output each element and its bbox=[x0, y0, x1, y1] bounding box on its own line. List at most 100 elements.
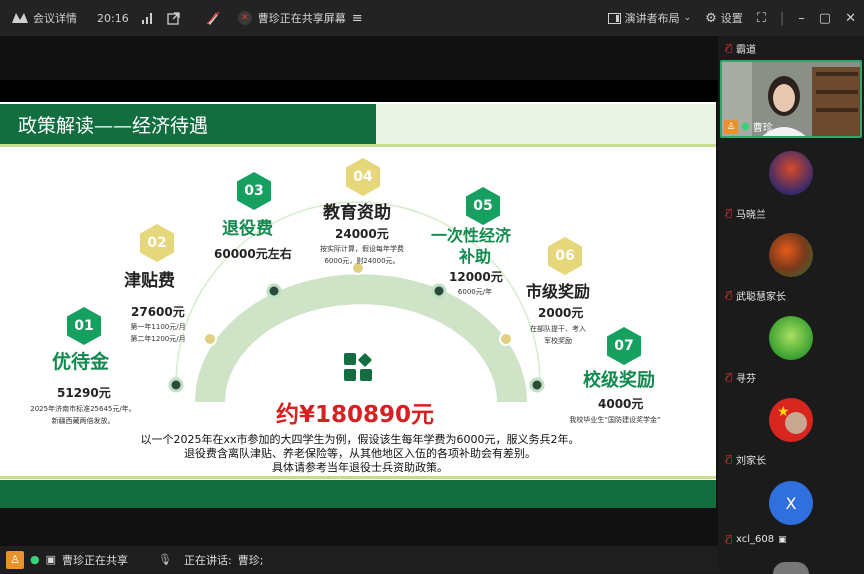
item-amount-03: 60000元左右 bbox=[214, 247, 292, 261]
mic-on-icon: ● bbox=[30, 553, 40, 566]
layout-label: 演讲者布局 bbox=[624, 12, 680, 25]
layout-icon bbox=[607, 12, 621, 24]
participant-name: 曹珍 bbox=[752, 123, 773, 134]
item-note-05: 6000元/年 bbox=[457, 288, 493, 296]
signal-icon bbox=[141, 12, 153, 24]
mic-off-icon: 🎙̸ bbox=[726, 372, 733, 383]
annotate-icon[interactable] bbox=[206, 11, 220, 25]
avatar bbox=[769, 316, 813, 360]
mic-off-icon: 🎙̸ bbox=[726, 208, 733, 219]
menu-lines-icon: ≡ bbox=[351, 10, 363, 26]
mic-off-icon: 🎙̸ bbox=[726, 534, 733, 545]
participant-maxiaolan[interactable]: 🎙̸ 马晓兰 bbox=[718, 146, 864, 226]
caption-line-2: 退役费含离队津贴、养老保险等，从其他地区入伍的各项补助会有差别。 bbox=[184, 447, 536, 460]
mic-off-icon: 🎙̸ bbox=[726, 43, 733, 54]
popout-icon[interactable] bbox=[167, 11, 180, 25]
item-label-01: 优待金 bbox=[52, 351, 110, 373]
item-note-06b: 军校奖励 bbox=[544, 337, 572, 345]
meeting-time: 20:16 bbox=[97, 11, 129, 25]
speaking-label: 正在讲话: bbox=[183, 553, 232, 567]
minimize-icon[interactable]: – bbox=[798, 11, 805, 26]
item-label-04: 教育资助 bbox=[323, 203, 391, 223]
item-note-01b: 新疆西藏两倍发放。 bbox=[51, 417, 115, 425]
item-note-07: 我校毕业生“国防建设奖学金” bbox=[569, 416, 661, 424]
mic-off-icon: 🎙̸ bbox=[726, 454, 733, 465]
participant-name: 马晓兰 bbox=[736, 210, 767, 221]
total-amount: 约¥180890元 bbox=[276, 402, 435, 428]
bottom-rule bbox=[0, 476, 716, 479]
item-label-03: 退役费 bbox=[222, 219, 273, 239]
settings-label: 设置 bbox=[720, 12, 743, 25]
meeting-info-button[interactable]: 会议详情 bbox=[12, 10, 77, 26]
speaker-mic-icon: 🎙 bbox=[158, 553, 172, 566]
chevron-down-icon: ⌄ bbox=[683, 13, 692, 23]
participant-name: xcl_608 bbox=[736, 534, 775, 545]
maximize-icon[interactable]: ▢ bbox=[819, 11, 831, 26]
avatar: ★ bbox=[769, 398, 813, 442]
share-mic-off-icon: ✕ bbox=[237, 11, 252, 25]
screen-icon: ▣ bbox=[778, 534, 787, 545]
participant-badao[interactable]: 🎙̸ 霸道 bbox=[718, 36, 864, 58]
arch-node bbox=[168, 377, 184, 393]
close-icon[interactable]: ✕ bbox=[845, 11, 856, 26]
item-amount-05: 12000元 bbox=[449, 270, 503, 284]
caption-line-1: 以一个2025年在xx市参加的大四学生为例，假设该生每年学费为6000元，服义务… bbox=[140, 433, 580, 446]
item-note-01a: 2025年济南市标准25645元/年。 bbox=[30, 405, 136, 413]
bottom-status-bar: ♙ ● ▣ 曹珍正在共享 🎙 正在讲话: 曹珍; bbox=[0, 546, 718, 573]
participant-video-caozhen[interactable]: ♙ ● 曹珍 bbox=[720, 60, 862, 138]
item-note-04b: 6000元，则24000元。 bbox=[324, 257, 400, 265]
settings-button[interactable]: ⚙ 设置 bbox=[705, 10, 743, 26]
grid-logo-icon bbox=[344, 353, 372, 381]
separator-icon: | bbox=[779, 10, 785, 26]
screen-band bbox=[0, 80, 718, 102]
screen-share-status[interactable]: ✕ 曹珍正在共享屏幕 ≡ bbox=[237, 10, 363, 26]
host-icon: ♙ bbox=[724, 119, 738, 134]
avatar bbox=[773, 562, 809, 574]
sharing-status[interactable]: 曹珍正在共享 bbox=[62, 552, 128, 568]
fullscreen-icon[interactable]: ⛶ bbox=[757, 11, 766, 26]
avatar bbox=[769, 233, 813, 277]
item-amount-06: 2000元 bbox=[538, 306, 584, 320]
participant-name: 寻芬 bbox=[736, 374, 757, 385]
item-note-04a: 按实际计算，假设每年学费 bbox=[320, 245, 404, 253]
participant-wuconghui[interactable]: 🎙̸ 武聪慧家长 bbox=[718, 228, 864, 308]
item-note-02a: 第一年1100元/月 bbox=[130, 323, 186, 331]
arch-node bbox=[529, 377, 545, 393]
arch-node bbox=[266, 283, 282, 299]
participant-xunfen[interactable]: 🎙̸ 寻芬 bbox=[718, 311, 864, 391]
layout-button[interactable]: 演讲者布局 ⌄ bbox=[607, 10, 692, 26]
app-logo-icon bbox=[12, 13, 28, 23]
meeting-info-label: 会议详情 bbox=[33, 12, 77, 25]
mic-off-icon: 🎙̸ bbox=[726, 290, 733, 301]
participant-name: 霸道 bbox=[736, 45, 757, 56]
item-note-06a: 在部队提干、考入 bbox=[530, 325, 586, 333]
item-amount-02: 27600元 bbox=[131, 305, 185, 319]
item-label-02: 津贴费 bbox=[124, 271, 175, 291]
item-note-02b: 第二年1200元/月 bbox=[130, 335, 186, 343]
caption-line-3: 具体请参考当年退役士兵资助政策。 bbox=[272, 461, 448, 474]
item-label-05b: 补助 bbox=[459, 247, 492, 266]
speaker-name: 曹珍; bbox=[237, 553, 264, 567]
gear-icon: ⚙ bbox=[705, 10, 717, 26]
item-label-06: 市级奖励 bbox=[526, 282, 591, 301]
slide-caption: 以一个2025年在xx市参加的大四学生为例，假设该生每年学费为6000元，服义务… bbox=[90, 433, 630, 475]
slide-footer-bar bbox=[0, 480, 716, 508]
screen-share-icon: ▣ bbox=[45, 553, 57, 566]
participant-next[interactable] bbox=[718, 560, 864, 574]
share-status-label: 曹珍正在共享屏幕 bbox=[257, 12, 346, 25]
participant-panel: 🎙̸ 霸道 ♙ ● 曹珍 🎙̸ 马晓兰 🎙̸ 武聪慧家长 🎙̸ 寻芬 ★ 🎙̸ … bbox=[718, 36, 864, 574]
participant-liujiazhang[interactable]: ★ 🎙̸ 刘家长 bbox=[718, 393, 864, 473]
item-amount-07: 4000元 bbox=[598, 397, 644, 411]
participant-name: 刘家长 bbox=[736, 456, 767, 467]
item-amount-04: 24000元 bbox=[335, 227, 389, 241]
host-avatar-icon: ♙ bbox=[6, 550, 24, 569]
arch-node bbox=[499, 332, 513, 346]
avatar: X bbox=[769, 481, 813, 525]
top-bar: 会议详情 20:16 ✕ 曹珍正在共享屏幕 ≡ 演讲者布局 ⌄ ⚙ 设置 ⛶ |… bbox=[0, 0, 864, 36]
participant-xcl608[interactable]: X 🎙̸ xcl_608 ▣ bbox=[718, 476, 864, 556]
avatar bbox=[769, 151, 813, 195]
participant-name: 武聪慧家长 bbox=[736, 292, 787, 303]
item-label-07: 校级奖励 bbox=[583, 370, 655, 391]
mic-on-icon: ● bbox=[741, 121, 750, 132]
arch-node bbox=[203, 332, 217, 346]
